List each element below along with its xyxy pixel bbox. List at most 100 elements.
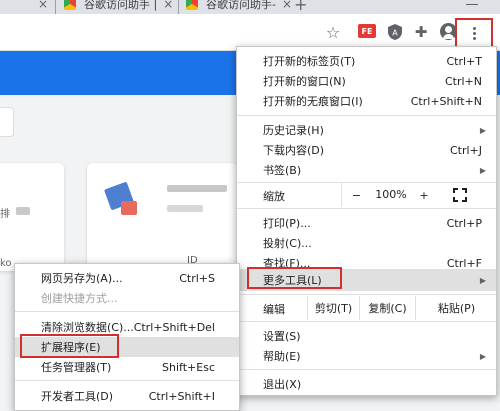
extension-fe-icon[interactable]: FE (358, 24, 376, 38)
menu-item-label: 帮助(E) (263, 350, 301, 363)
cut-button[interactable]: 剪切(T) (307, 296, 359, 320)
menu-item-label: 创建快捷方式... (41, 292, 118, 305)
menu-separator (237, 294, 496, 295)
menu-item-shortcut: Ctrl+Shift+I (148, 389, 215, 403)
menu-item-settings[interactable]: 设置(S) (237, 326, 496, 346)
submenu-arrow-icon: ▶ (479, 125, 486, 135)
blurred-text (16, 207, 30, 215)
tab-favicon-icon (64, 0, 76, 10)
menu-item-label: 打印(P)... (263, 217, 311, 230)
zoom-out-button[interactable]: − (341, 183, 371, 207)
extension-shield-icon[interactable]: A (385, 22, 405, 42)
svg-text:A: A (392, 29, 398, 38)
menu-item-label: 更多工具(L) (263, 274, 322, 287)
tab-close-icon[interactable]: × (282, 0, 292, 11)
tab-close-icon[interactable]: × (163, 0, 173, 11)
menu-item-label: 开发者工具(D) (41, 390, 114, 403)
menu-zoom-row: 缩放 − 100% + (237, 183, 496, 207)
menu-separator (237, 369, 496, 370)
menu-separator (237, 208, 496, 209)
menu-item-new-incognito-window[interactable]: 打开新的无痕窗口(I) Ctrl+Shift+N (237, 91, 496, 111)
zoom-label: 缩放 (263, 190, 285, 203)
menu-item-cast[interactable]: 投射(C)... (237, 233, 496, 253)
menu-item-label: 投射(C)... (263, 237, 312, 250)
fullscreen-icon[interactable] (453, 188, 467, 202)
tab-previous[interactable]: × (30, 0, 48, 14)
submenu-arrow-icon: ▶ (479, 275, 486, 285)
menu-item-help[interactable]: 帮助(E) ▶ (237, 346, 496, 366)
submenu-item-create-shortcut[interactable]: 创建快捷方式... (15, 288, 239, 308)
menu-item-shortcut: Shift+Esc (162, 360, 215, 374)
menu-item-history[interactable]: 历史记录(H) ▶ (237, 120, 496, 140)
menu-dot-icon (472, 36, 476, 40)
tab-separator (178, 0, 179, 14)
blurred-text (167, 185, 227, 192)
extensions-puzzle-icon[interactable]: ✚ (411, 22, 431, 42)
zoom-level: 100% (375, 188, 407, 201)
menu-item-shortcut: Ctrl+P (446, 216, 482, 230)
window-minimize-icon[interactable] (466, 4, 478, 5)
menu-item-label: 打开新的窗口(N) (263, 75, 346, 88)
extension-card[interactable]: ID (87, 163, 237, 271)
menu-item-shortcut: Ctrl+T (446, 54, 482, 68)
menu-item-label: 下载内容(D) (263, 144, 325, 157)
submenu-item-task-manager[interactable]: 任务管理器(T) Shift+Esc (15, 357, 239, 377)
tab-separator (55, 0, 56, 14)
menu-separator (15, 380, 239, 381)
menu-item-label: 清除浏览数据(C)... (41, 321, 134, 334)
tab-title: 谷歌访问助手 | (84, 0, 158, 11)
bookmark-star-icon[interactable]: ☆ (323, 22, 343, 42)
tab-title: 谷歌访问助手- (206, 0, 276, 11)
menu-item-shortcut: Ctrl+S (179, 271, 215, 285)
paste-button[interactable]: 粘贴(P) (415, 296, 497, 320)
card-text-snippet: ko (0, 258, 12, 269)
card-text-snippet: 排 (0, 209, 10, 220)
tab-strip: × 谷歌访问助手 | × 谷歌访问助手- × + (0, 0, 500, 14)
menu-item-label: 设置(S) (263, 330, 301, 343)
menu-item-shortcut: Ctrl+J (449, 143, 482, 157)
menu-item-new-tab[interactable]: 打开新的标签页(T) Ctrl+T (237, 51, 496, 71)
submenu-arrow-icon: ▶ (479, 351, 486, 361)
menu-item-exit[interactable]: 退出(X) (237, 374, 496, 394)
chrome-main-menu: 打开新的标签页(T) Ctrl+T 打开新的窗口(N) Ctrl+N 打开新的无… (236, 46, 497, 396)
tab-favicon-icon (186, 0, 198, 10)
menu-edit-row: 编辑 剪切(T) 复制(C) 粘贴(P) (237, 296, 496, 320)
submenu-item-developer-tools[interactable]: 开发者工具(D) Ctrl+Shift+I (15, 386, 239, 406)
menu-item-bookmarks[interactable]: 书签(B) ▶ (237, 160, 496, 180)
submenu-arrow-icon: ▶ (479, 165, 486, 175)
chrome-menu-button[interactable] (455, 18, 493, 48)
more-tools-submenu: 网页另存为(A)... Ctrl+S 创建快捷方式... 清除浏览数据(C)..… (14, 263, 240, 411)
menu-item-label: 退出(X) (263, 378, 302, 391)
page-search-box[interactable] (0, 107, 14, 137)
new-tab-button[interactable]: + (294, 0, 307, 14)
menu-item-shortcut: Ctrl+F (446, 256, 482, 270)
menu-dot-icon (472, 31, 476, 35)
tab-close-icon[interactable]: × (38, 0, 48, 11)
zoom-in-button[interactable]: + (409, 183, 439, 207)
blurred-logo (121, 201, 137, 215)
menu-item-label: 打开新的无痕窗口(I) (263, 95, 363, 108)
menu-separator (15, 311, 239, 312)
tab-google-helper-2[interactable]: 谷歌访问助手- × (186, 0, 292, 14)
menu-item-shortcut: Ctrl+N (444, 74, 482, 88)
blurred-text (167, 205, 203, 212)
submenu-item-extensions[interactable]: 扩展程序(E) (15, 337, 239, 357)
copy-button[interactable]: 复制(C) (359, 296, 415, 320)
menu-item-label: 打开新的标签页(T) (263, 55, 356, 68)
menu-dot-icon (472, 26, 476, 30)
menu-item-shortcut: Ctrl+Shift+N (410, 94, 482, 108)
edit-label: 编辑 (263, 303, 285, 316)
submenu-item-clear-browsing-data[interactable]: 清除浏览数据(C)... Ctrl+Shift+Del (15, 317, 239, 337)
menu-item-print[interactable]: 打印(P)... Ctrl+P (237, 213, 496, 233)
menu-item-label: 网页另存为(A)... (41, 272, 123, 285)
menu-item-new-window[interactable]: 打开新的窗口(N) Ctrl+N (237, 71, 496, 91)
submenu-item-save-page[interactable]: 网页另存为(A)... Ctrl+S (15, 268, 239, 288)
tab-google-helper-1[interactable]: 谷歌访问助手 | × (64, 0, 173, 14)
extension-card[interactable]: 排 ko (0, 163, 64, 271)
menu-item-downloads[interactable]: 下载内容(D) Ctrl+J (237, 140, 496, 160)
menu-item-label: 扩展程序(E) (41, 341, 101, 354)
shield-icon: A (388, 24, 402, 40)
menu-separator (237, 115, 496, 116)
menu-item-label: 书签(B) (263, 164, 302, 177)
menu-item-more-tools[interactable]: 更多工具(L) ▶ (237, 269, 496, 291)
